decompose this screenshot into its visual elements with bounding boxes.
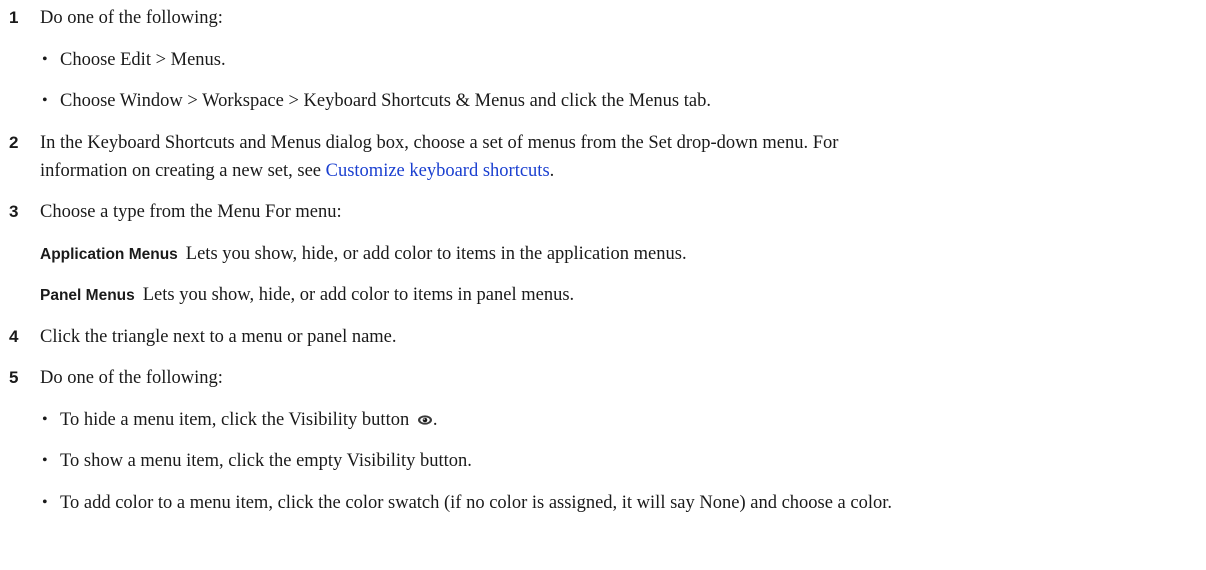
step-number: 4 — [9, 327, 19, 346]
eye-icon — [417, 410, 433, 434]
step-number: 3 — [9, 202, 19, 221]
bullet-dot: • — [42, 92, 48, 109]
step-number: 5 — [9, 368, 19, 387]
step-text-continued: information on creating a new set, see C… — [40, 159, 554, 183]
bullet-item: Choose Window > Workspace > Keyboard Sho… — [60, 91, 711, 111]
step-text-prefix: information on creating a new set, see — [40, 161, 326, 181]
instruction-page: 1 Do one of the following: • Choose Edit… — [0, 0, 1206, 570]
bullet-item: To show a menu item, click the empty Vis… — [60, 451, 472, 471]
bullet-dot: • — [42, 51, 48, 68]
bullet-dot: • — [42, 452, 48, 469]
bullet-text-after-icon: . — [432, 410, 438, 430]
step-text: Do one of the following: — [40, 8, 223, 28]
step-text: Click the triangle next to a menu or pan… — [40, 327, 397, 347]
bullet-dot: • — [42, 411, 48, 428]
definition-item: Panel Menus Lets you show, hide, or add c… — [40, 283, 574, 308]
bullet-dot: • — [42, 494, 48, 511]
step-text: Do one of the following: — [40, 368, 223, 388]
customize-shortcuts-link[interactable]: Customize keyboard shortcuts — [326, 161, 550, 181]
step-number: 2 — [9, 133, 19, 152]
bullet-item: To hide a menu item, click the Visibilit… — [60, 408, 437, 434]
bullet-item: To add color to a menu item, click the c… — [60, 493, 893, 513]
definition-item: Application Menus Lets you show, hide, or… — [40, 242, 687, 267]
definition-desc: Lets you show, hide, or add color to ite… — [142, 285, 575, 305]
bullet-text-before-icon: To hide a menu item, click the Visibilit… — [60, 410, 414, 430]
definition-term: Application Menus — [40, 246, 178, 263]
step-text-suffix: . — [549, 161, 555, 181]
bullet-item: Choose Edit > Menus. — [60, 50, 226, 70]
step-text: In the Keyboard Shortcuts and Menus dial… — [40, 133, 839, 153]
step-number: 1 — [9, 8, 19, 27]
definition-term: Panel Menus — [40, 287, 135, 304]
step-text: Choose a type from the Menu For menu: — [40, 202, 342, 222]
definition-desc: Lets you show, hide, or add color to ite… — [185, 244, 687, 264]
